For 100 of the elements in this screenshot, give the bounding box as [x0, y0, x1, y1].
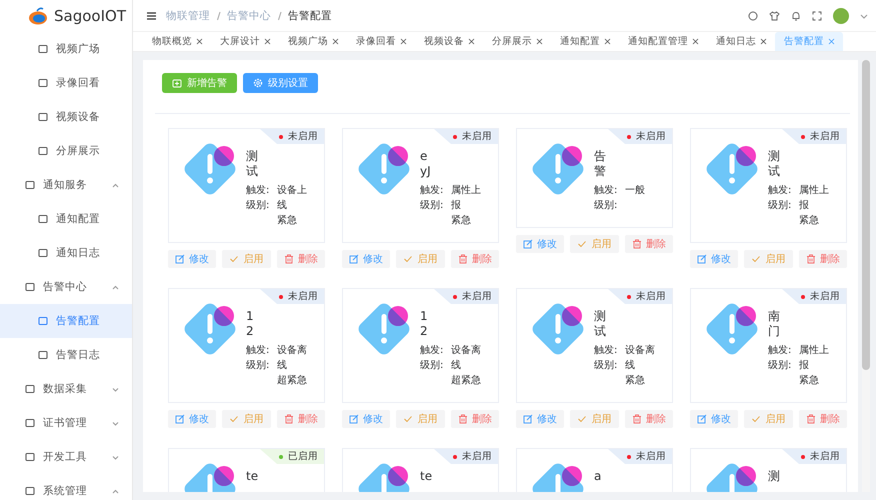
delete-button[interactable]: 删除 [276, 250, 325, 268]
scrollbar-thumb[interactable] [862, 60, 870, 370]
alarm-name: 测试 [246, 149, 259, 179]
status-badge: 未启用 [434, 289, 498, 304]
square-icon [38, 78, 48, 88]
fullscreen-icon[interactable] [812, 10, 822, 20]
folder-plus-icon [172, 78, 182, 88]
sidebar-item[interactable]: 录像回看 [0, 66, 132, 100]
tab[interactable]: 通知日志 [707, 32, 775, 51]
field-label: 触发: [246, 184, 270, 198]
square-icon [38, 112, 48, 122]
sidebar-item[interactable]: 告警日志 [0, 338, 132, 372]
alarm-name: 测试 [594, 309, 607, 339]
add-button[interactable]: 新增告警 [162, 73, 237, 93]
delete-button[interactable]: 删除 [624, 235, 673, 253]
trash-icon [284, 414, 294, 424]
alarm-name: 12 [246, 309, 255, 339]
close-icon[interactable] [400, 38, 407, 45]
enable-button[interactable]: 启用 [222, 410, 271, 428]
edit-button[interactable]: 修改 [690, 250, 738, 268]
square-icon [38, 44, 48, 54]
close-icon[interactable] [692, 38, 699, 45]
edit-icon [697, 414, 708, 424]
field-label: 触发: [594, 184, 618, 198]
enable-button[interactable]: 启用 [570, 235, 619, 253]
sidebar-item[interactable]: 系统管理 [0, 474, 132, 500]
trash-icon [458, 254, 468, 264]
gear-icon [253, 78, 263, 88]
edit-button[interactable]: 修改 [516, 235, 564, 253]
enable-button[interactable]: 启用 [396, 250, 445, 268]
delete-button[interactable]: 删除 [450, 410, 499, 428]
enable-button[interactable]: 启用 [222, 250, 271, 268]
delete-button[interactable]: 删除 [276, 410, 325, 428]
settings-button[interactable]: 级别设置 [243, 73, 318, 93]
sidebar-item[interactable]: 证书管理 [0, 406, 132, 440]
tab[interactable]: 大屏设计 [211, 32, 279, 51]
delete-button[interactable]: 删除 [624, 410, 673, 428]
tab[interactable]: 视频广场 [279, 32, 347, 51]
tab[interactable]: 物联概览 [143, 32, 211, 51]
edit-button[interactable]: 修改 [516, 410, 564, 428]
menu-icon[interactable] [146, 10, 157, 20]
tab[interactable]: 录像回看 [347, 32, 415, 51]
level-value: 超紧急 [451, 374, 482, 388]
square-icon [25, 282, 35, 292]
alarm-name: 南门 [768, 309, 781, 339]
edit-button[interactable]: 修改 [168, 410, 216, 428]
breadcrumb-link[interactable]: 告警中心 [227, 8, 271, 22]
close-icon[interactable] [536, 38, 543, 45]
bell-icon[interactable] [791, 10, 801, 20]
edit-button[interactable]: 修改 [690, 410, 738, 428]
edit-icon [697, 254, 708, 264]
edit-button[interactable]: 修改 [342, 410, 390, 428]
close-icon[interactable] [760, 38, 767, 45]
status-badge: 未启用 [260, 129, 324, 144]
edit-icon [175, 254, 186, 264]
delete-button[interactable]: 删除 [450, 250, 499, 268]
trigger-value: 设备上线 [277, 184, 308, 213]
sidebar-item[interactable]: 通知服务 [0, 168, 132, 202]
field-label: 级别: [420, 359, 444, 373]
enable-button[interactable]: 启用 [744, 410, 793, 428]
trigger-value: 属性上报 [451, 184, 482, 213]
square-icon [25, 452, 35, 462]
square-icon [38, 316, 48, 326]
tab[interactable]: 通知配置 [551, 32, 619, 51]
sidebar-item[interactable]: 通知配置 [0, 202, 132, 236]
enable-button[interactable]: 启用 [570, 410, 619, 428]
tab[interactable]: 视频设备 [415, 32, 483, 51]
edit-button[interactable]: 修改 [342, 250, 390, 268]
close-icon[interactable] [264, 38, 271, 45]
sidebar-item[interactable]: 视频广场 [0, 32, 132, 66]
field-label: 级别: [246, 199, 270, 213]
caret-icon[interactable] [860, 12, 868, 20]
enable-button[interactable]: 启用 [396, 410, 445, 428]
breadcrumb-link[interactable]: 物联管理 [166, 8, 210, 22]
tab[interactable]: 分屏展示 [483, 32, 551, 51]
sidebar-item[interactable]: 分屏展示 [0, 134, 132, 168]
close-icon[interactable] [604, 38, 611, 45]
edit-button[interactable]: 修改 [168, 250, 216, 268]
sidebar-item[interactable]: 通知日志 [0, 236, 132, 270]
close-icon[interactable] [332, 38, 339, 45]
close-icon[interactable] [196, 38, 203, 45]
status-badge: 未启用 [434, 449, 498, 464]
tab[interactable]: 告警配置 [775, 32, 843, 51]
sidebar-item[interactable]: 告警配置 [0, 304, 132, 338]
search-icon[interactable] [748, 10, 758, 20]
field-label: 触发: [768, 344, 792, 358]
trigger-value: 设备离线 [625, 344, 656, 373]
sidebar-item[interactable]: 视频设备 [0, 100, 132, 134]
status-badge: 未启用 [608, 129, 672, 144]
sidebar-item[interactable]: 告警中心 [0, 270, 132, 304]
sidebar-item[interactable]: 数据采集 [0, 372, 132, 406]
delete-button[interactable]: 删除 [798, 410, 847, 428]
sidebar-item[interactable]: 开发工具 [0, 440, 132, 474]
delete-button[interactable]: 删除 [798, 250, 847, 268]
enable-button[interactable]: 启用 [744, 250, 793, 268]
breadcrumb-current: 告警配置 [288, 8, 332, 22]
tab[interactable]: 通知配置管理 [619, 32, 707, 51]
shirt-icon[interactable] [769, 10, 780, 20]
status-badge: 未启用 [434, 129, 498, 144]
close-icon[interactable] [468, 38, 475, 45]
